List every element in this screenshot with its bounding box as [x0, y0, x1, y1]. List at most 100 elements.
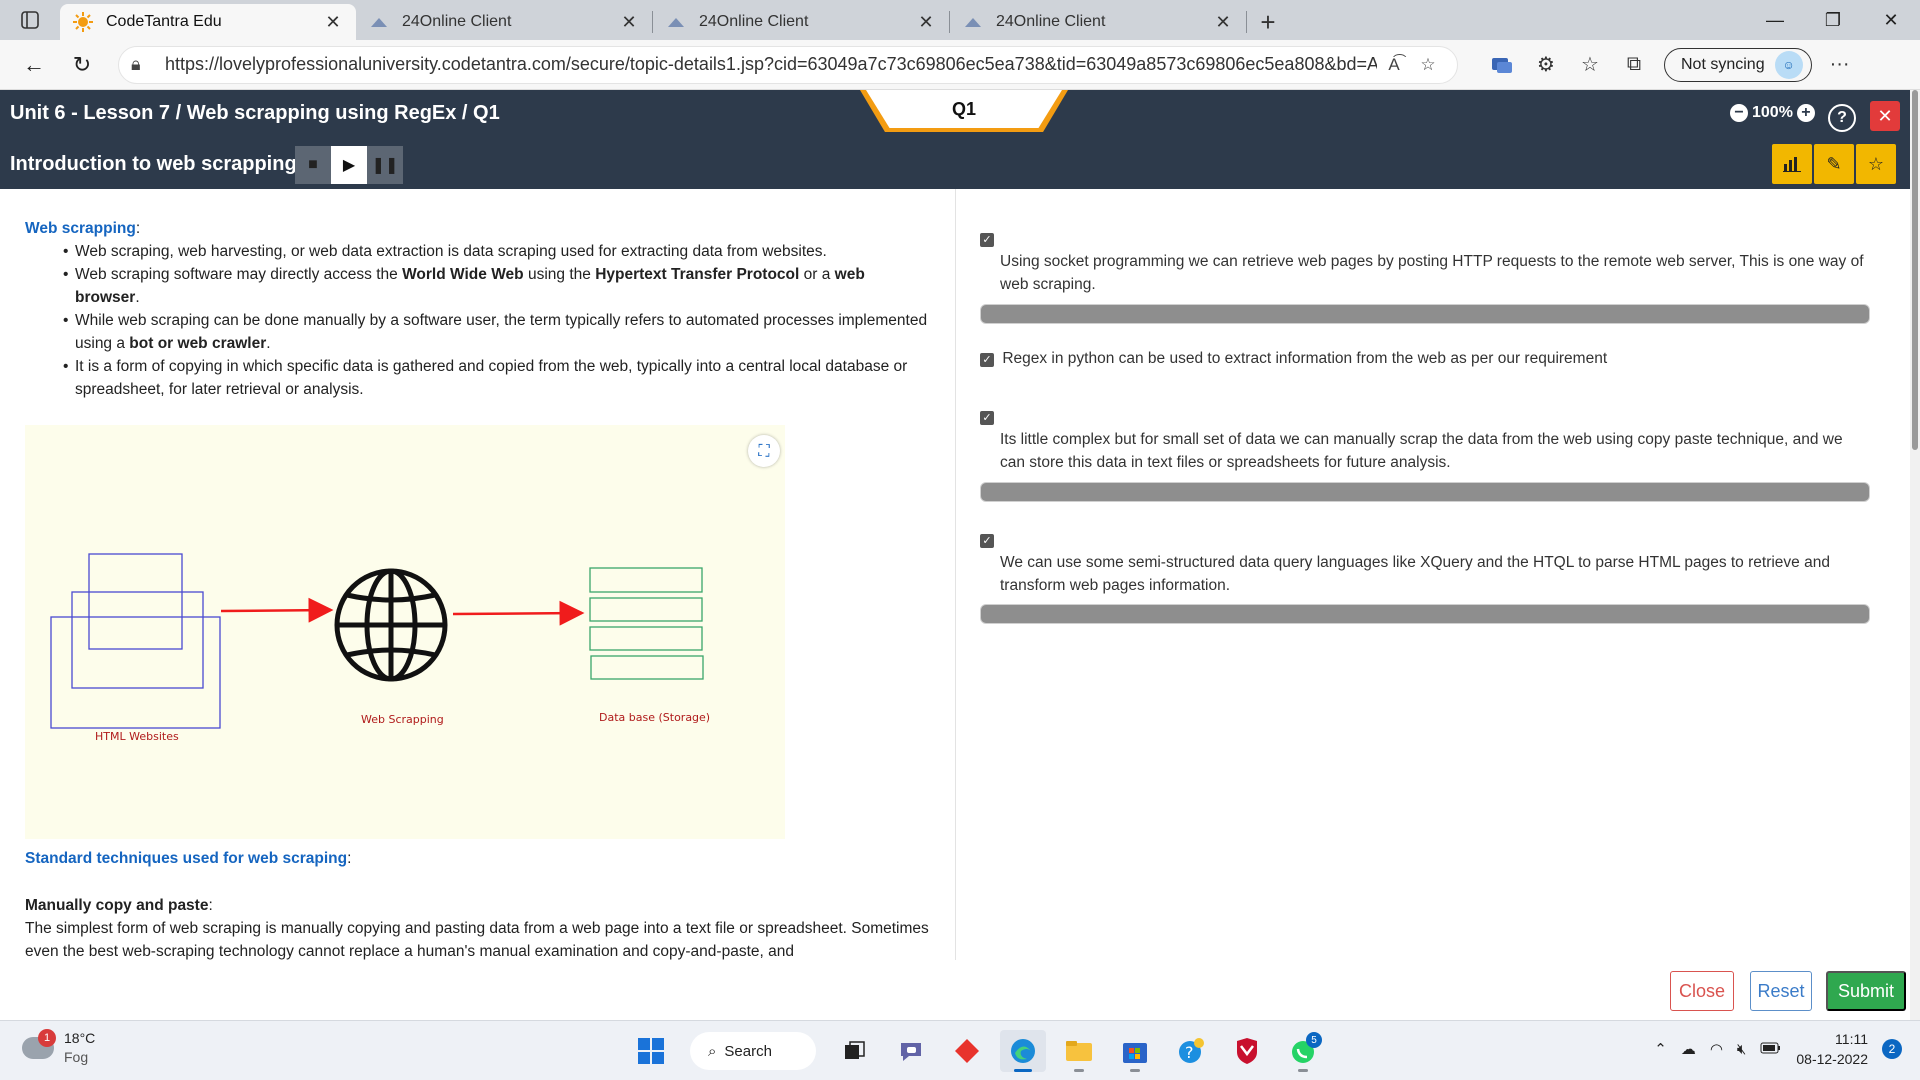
task-view-icon[interactable] — [832, 1030, 878, 1072]
notification-count[interactable]: 2 — [1882, 1039, 1902, 1059]
scrollbar-thumb[interactable] — [1912, 90, 1918, 450]
pencil-icon[interactable]: ✎ — [1814, 144, 1854, 184]
close-lesson-icon[interactable]: ✕ — [1870, 101, 1900, 131]
bullet-text: It is a form of copying in which specifi… — [75, 358, 908, 398]
profile-button[interactable]: Not syncing ☺ — [1664, 47, 1812, 82]
bullet-list: Web scraping, web harvesting, or web dat… — [25, 240, 930, 401]
taskbar-search[interactable]: ⌕ Search — [690, 1032, 816, 1070]
clock-time: 11:11 — [1835, 1031, 1868, 1047]
bullet-item: Web scraping, web harvesting, or web dat… — [63, 240, 930, 263]
red-diamond-app-icon[interactable] — [944, 1030, 990, 1072]
bullet-text: or a — [799, 266, 835, 283]
bullet-text: using the — [523, 266, 596, 283]
taskbar-apps: ⌕ Search ? 5 — [628, 1030, 1326, 1072]
scraping-diagram: HTML Websites Web Scrapping Data base (S… — [25, 425, 785, 839]
expand-image-icon[interactable]: ⛶ — [748, 435, 780, 467]
teams-chat-icon[interactable] — [888, 1030, 934, 1072]
battery-icon[interactable] — [1760, 1041, 1782, 1058]
onedrive-icon[interactable]: ☁︎ — [1681, 1040, 1696, 1058]
new-tab-button[interactable]: + — [1247, 4, 1289, 40]
close-button[interactable]: Close — [1670, 971, 1734, 1011]
address-bar[interactable]: 🔒︎ https://lovelyprofessionaluniversity.… — [118, 45, 1458, 84]
more-menu-icon[interactable]: ··· — [1818, 45, 1862, 85]
clock[interactable]: 11:11 08-12-2022 — [1796, 1029, 1868, 1069]
tab-close-icon[interactable]: ✕ — [322, 12, 344, 33]
url-text: https://lovelyprofessionaluniversity.cod… — [165, 54, 1377, 74]
label-database: Data base (Storage) — [599, 711, 710, 724]
lock-icon: 🔒︎ — [131, 54, 141, 74]
file-explorer-icon[interactable] — [1056, 1030, 1102, 1072]
mcafee-shield-icon[interactable] — [1224, 1030, 1270, 1072]
stats-chart-icon[interactable] — [1772, 144, 1812, 184]
collections-icon[interactable]: ⧉ — [1612, 45, 1656, 85]
tray-chevron-up-icon[interactable]: ⌃ — [1654, 1040, 1667, 1058]
window-close-icon[interactable]: ✕ — [1862, 0, 1920, 40]
submit-button[interactable]: Submit — [1826, 971, 1906, 1011]
bold-term: Hypertext Transfer Protocol — [595, 266, 800, 283]
tab-24online-2[interactable]: 24Online Client ✕ — [653, 4, 949, 40]
html-websites-icon — [50, 553, 221, 729]
zoom-control: − 100% + — [1726, 104, 1819, 122]
option-text: Regex in python can be used to extract i… — [1002, 350, 1608, 367]
option-text: We can use some semi-structured data que… — [1000, 554, 1830, 594]
label-web-scrapping: Web Scrapping — [361, 713, 444, 726]
option-3[interactable]: ✓ Its little complex but for small set o… — [980, 405, 1870, 474]
search-icon: ⌕ — [708, 1042, 717, 1060]
tab-24online-1[interactable]: 24Online Client ✕ — [356, 4, 652, 40]
tab-actions-icon[interactable] — [0, 0, 60, 40]
question-tab[interactable]: Q1 — [866, 90, 1062, 128]
weather-badge: 1 — [38, 1029, 56, 1047]
zoom-out-icon[interactable]: − — [1730, 104, 1748, 122]
stop-icon[interactable]: ■ — [295, 146, 331, 184]
favorite-star-icon[interactable]: ☆ — [1411, 55, 1445, 75]
window-controls: — ❐ ✕ — [1746, 0, 1920, 40]
label-html-websites: HTML Websites — [95, 730, 179, 743]
store-icon[interactable] — [1112, 1030, 1158, 1072]
volume-muted-icon[interactable]: 🔇︎ — [1737, 1041, 1746, 1058]
star-icon[interactable]: ☆ — [1856, 144, 1896, 184]
zoom-in-icon[interactable]: + — [1796, 104, 1815, 122]
lesson-content: Web scrapping: Web scraping, web harvest… — [0, 189, 955, 960]
database-table-icon — [589, 567, 704, 680]
arrow-to-database — [452, 600, 585, 626]
restore-icon[interactable]: ❐ — [1804, 0, 1862, 40]
favorites-icon[interactable]: ☆ — [1568, 45, 1612, 85]
page-scrollbar[interactable] — [1910, 90, 1920, 1020]
edge-browser-icon[interactable] — [1000, 1030, 1046, 1072]
extensions-icon[interactable]: ⚙︎ — [1524, 45, 1568, 85]
help-app-icon[interactable]: ? — [1168, 1030, 1214, 1072]
option-checkbox[interactable]: ✓ — [980, 353, 994, 367]
help-button[interactable]: ? — [1828, 104, 1856, 132]
subsection-text: The simplest form of web scraping is man… — [25, 920, 929, 960]
bullet-text: . — [266, 335, 271, 352]
extension-puzzle-blue-icon[interactable] — [1480, 45, 1524, 85]
option-4[interactable]: ✓ We can use some semi-structured data q… — [980, 528, 1870, 597]
codetantra-favicon-icon — [72, 11, 94, 33]
option-checkbox[interactable]: ✓ — [980, 534, 994, 548]
refresh-icon[interactable]: ↻ — [58, 45, 106, 85]
tab-codetantra[interactable]: CodeTantra Edu ✕ — [60, 4, 356, 40]
read-aloud-icon[interactable]: A͡ — [1377, 55, 1411, 75]
tab-24online-3[interactable]: 24Online Client ✕ — [950, 4, 1246, 40]
reset-button[interactable]: Reset — [1750, 971, 1812, 1011]
tab-close-icon[interactable]: ✕ — [1212, 12, 1234, 33]
option-checkbox[interactable]: ✓ — [980, 233, 994, 247]
windows-start-icon[interactable] — [628, 1030, 674, 1072]
tab-close-icon[interactable]: ✕ — [618, 12, 640, 33]
pause-icon[interactable]: ❚❚ — [367, 146, 403, 184]
wifi-icon[interactable]: ◠ — [1710, 1040, 1723, 1058]
browser-tab-strip: CodeTantra Edu ✕ 24Online Client ✕ 24Onl… — [0, 0, 1920, 40]
whatsapp-icon[interactable]: 5 — [1280, 1030, 1326, 1072]
24online-favicon-icon — [368, 11, 390, 33]
option-2[interactable]: ✓ Regex in python can be used to extract… — [980, 347, 1870, 370]
minimize-icon[interactable]: — — [1746, 0, 1804, 40]
whatsapp-badge: 5 — [1306, 1032, 1322, 1048]
play-icon[interactable]: ▶ — [331, 146, 367, 184]
search-label: Search — [724, 1042, 772, 1060]
option-checkbox[interactable]: ✓ — [980, 411, 994, 425]
weather-widget[interactable]: 1 18°C Fog — [22, 1029, 95, 1067]
back-arrow-icon[interactable]: ← — [10, 45, 58, 85]
option-1[interactable]: ✓ Using socket programming we can retrie… — [980, 227, 1870, 296]
tab-close-icon[interactable]: ✕ — [915, 12, 937, 33]
option-text: Using socket programming we can retrieve… — [1000, 253, 1864, 293]
